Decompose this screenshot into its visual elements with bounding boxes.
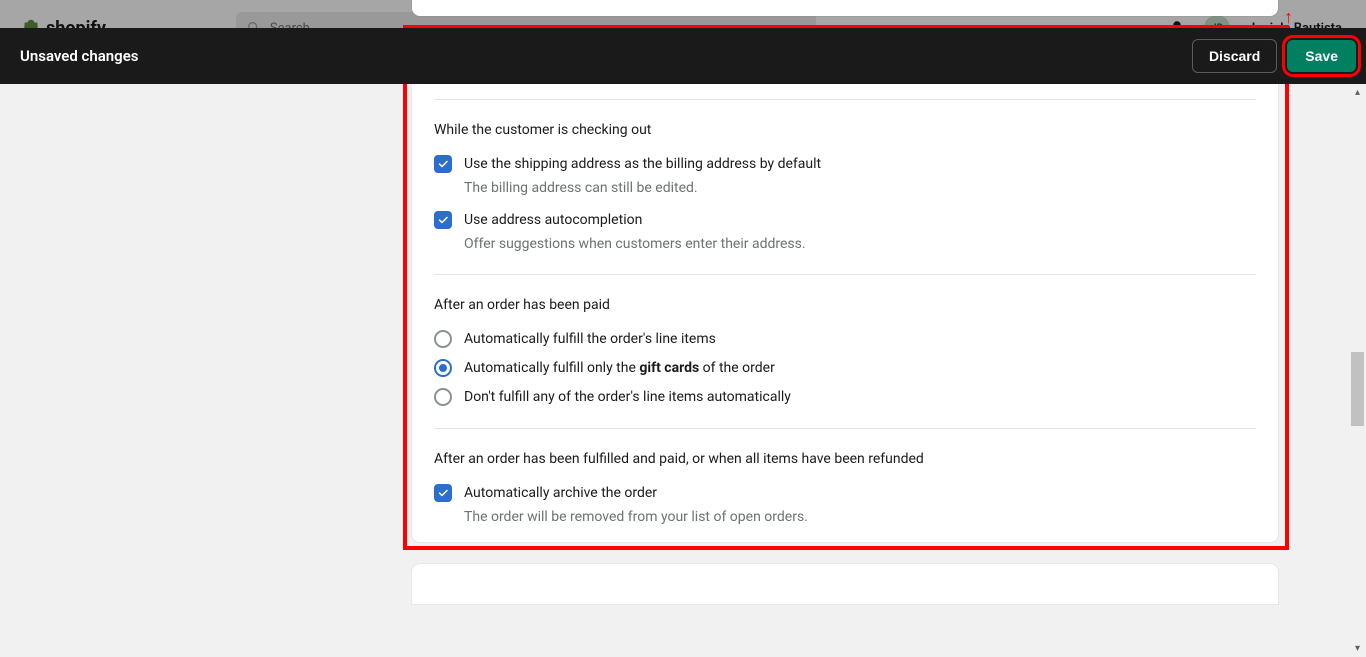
scroll-down-button[interactable]: ▾: [1349, 640, 1366, 657]
save-button[interactable]: Save: [1287, 40, 1356, 72]
shipping-as-billing-sub: The billing address can still be edited.: [464, 180, 1256, 196]
after-paid-section-title: After an order has been paid: [434, 297, 1256, 313]
after-fulfilled-section-title: After an order has been fulfilled and pa…: [434, 451, 1256, 467]
shipping-as-billing-label: Use the shipping address as the billing …: [464, 154, 821, 174]
auto-archive-label: Automatically archive the order: [464, 483, 657, 503]
fulfill-giftcards-radio[interactable]: [434, 359, 452, 377]
unsaved-changes-bar: Unsaved changes Discard Save: [0, 28, 1366, 84]
checkout-section: While the customer is checking out Use t…: [434, 100, 1256, 275]
fulfill-none-radio[interactable]: [434, 388, 452, 406]
fulfill-giftcards-label: Automatically fulfill only the gift card…: [464, 360, 775, 376]
previous-card-peek: [412, 0, 1278, 16]
after-fulfilled-section: After an order has been fulfilled and pa…: [434, 429, 1256, 525]
checkout-section-title: While the customer is checking out: [434, 122, 1256, 138]
order-processing-card: Order processing i While the customer is…: [412, 32, 1278, 542]
address-autocomplete-label: Use address autocompletion: [464, 210, 642, 230]
auto-archive-checkbox[interactable]: [434, 484, 452, 502]
address-autocomplete-sub: Offer suggestions when customers enter t…: [464, 236, 1256, 252]
fulfill-all-label: Automatically fulfill the order's line i…: [464, 331, 716, 347]
check-icon: [437, 158, 449, 170]
scrollbar-thumb[interactable]: [1351, 352, 1364, 426]
scroll-up-button[interactable]: ▴: [1349, 84, 1366, 101]
check-icon: [437, 214, 449, 226]
address-autocomplete-checkbox[interactable]: [434, 211, 452, 229]
next-card-peek: [412, 564, 1278, 604]
annotation-arrow-icon: ↑: [1284, 7, 1293, 28]
unsaved-changes-title: Unsaved changes: [20, 47, 139, 65]
scrollbar-track[interactable]: ▴ ▾: [1349, 84, 1366, 657]
after-paid-section: After an order has been paid Automatical…: [434, 275, 1256, 429]
discard-button[interactable]: Discard: [1192, 39, 1277, 73]
fulfill-all-radio[interactable]: [434, 330, 452, 348]
auto-archive-sub: The order will be removed from your list…: [464, 509, 1256, 525]
shipping-as-billing-checkbox[interactable]: [434, 155, 452, 173]
fulfill-none-label: Don't fulfill any of the order's line it…: [464, 389, 791, 405]
check-icon: [437, 487, 449, 499]
